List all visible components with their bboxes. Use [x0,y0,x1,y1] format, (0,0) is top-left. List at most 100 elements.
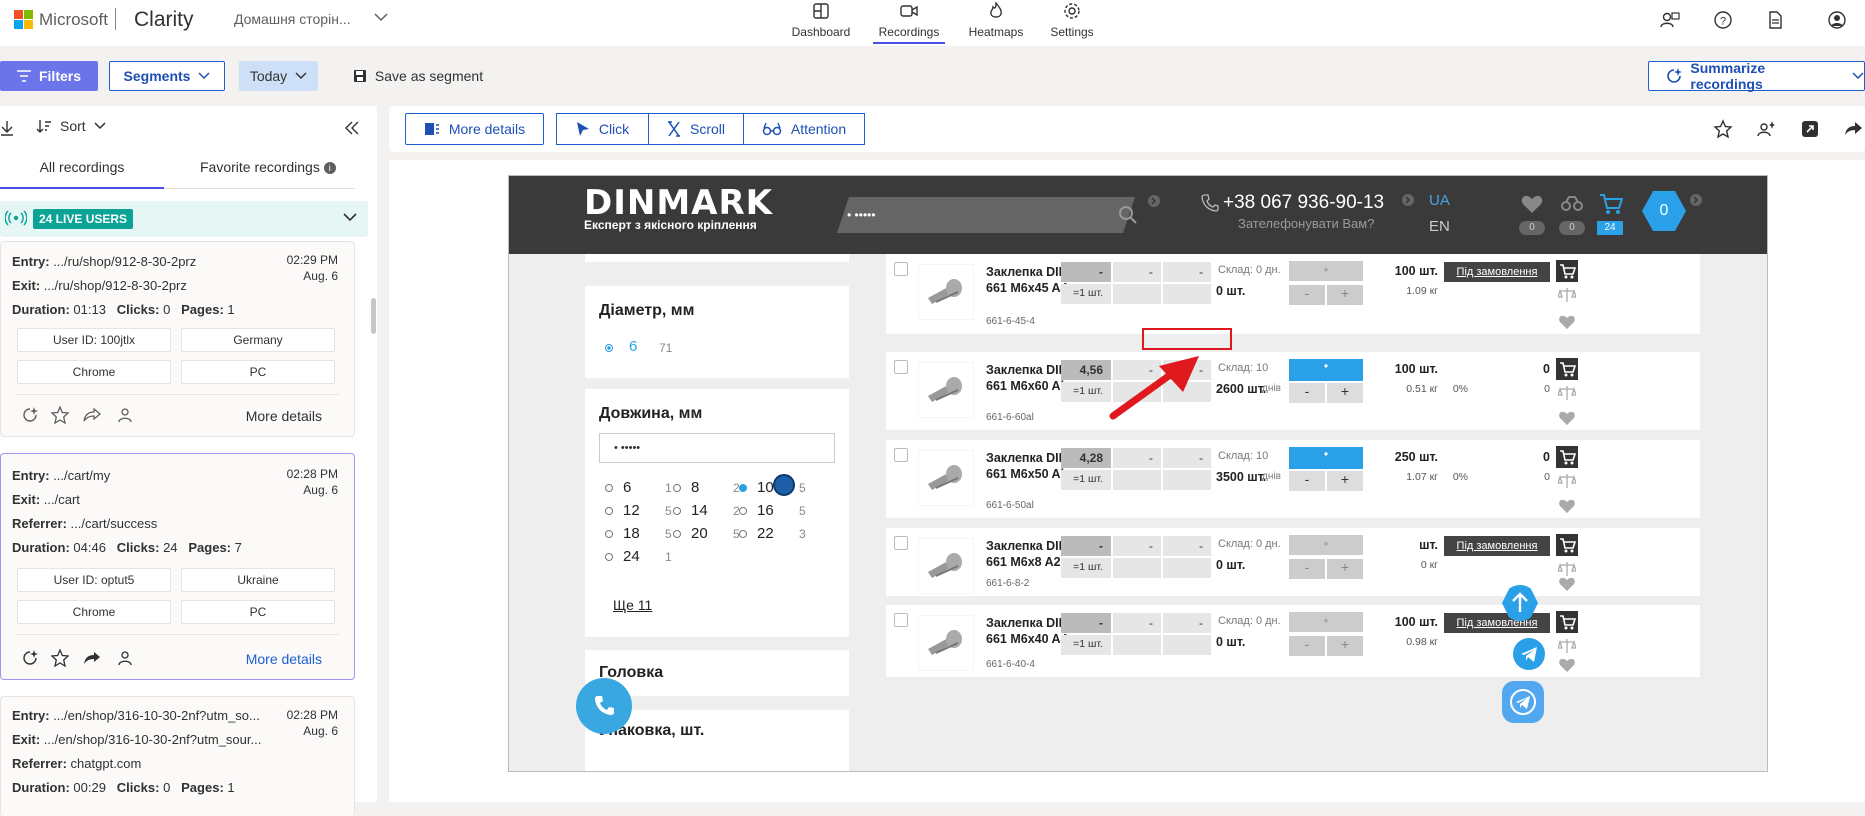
length-search-input[interactable]: • ••••• [599,433,835,463]
stock-status[interactable]: Склад: 10 [1218,450,1268,462]
country-tag[interactable]: Ukraine [181,568,335,592]
favorite-heart-icon[interactable] [1558,314,1576,330]
summary-icon[interactable] [21,649,39,667]
browser-tag[interactable]: Chrome [17,600,171,624]
length-option[interactable]: 20 [691,525,708,542]
scale-icon[interactable] [1558,561,1576,577]
length-option[interactable]: 12 [623,502,640,519]
qty-input[interactable]: • [1289,359,1363,381]
product-checkbox[interactable] [894,613,908,627]
product-row[interactable]: Заклепка DIN 661 M6x45 A4 661-6-45-4- =1 ш… [886,254,1700,334]
radio-selected[interactable] [605,344,613,352]
recording-card[interactable]: Entry: .../en/shop/316-10-30-2nf?utm_so.… [0,696,355,816]
diameter-option[interactable]: 6 [629,338,637,355]
scale-icon[interactable] [1558,638,1576,654]
user-id-tag[interactable]: User ID: optut5 [17,568,171,592]
length-option[interactable]: 22 [757,525,774,542]
recording-card[interactable]: Entry: .../ru/shop/912-8-30-2prz Exit: .… [0,241,355,437]
tab-favorite-recordings[interactable]: Favorite recordings i [200,154,336,175]
scroll-mode-button[interactable]: Scroll [648,113,744,145]
document-icon[interactable] [1765,10,1785,30]
tab-heatmaps[interactable]: Heatmaps [960,0,1032,46]
lang-en[interactable]: EN [1429,218,1450,235]
product-checkbox[interactable] [894,448,908,462]
download-icon[interactable] [0,120,14,136]
product-checkbox[interactable] [894,360,908,374]
length-radio[interactable] [673,530,681,538]
site-callback[interactable]: Зателефонувати Вам? [1238,216,1374,231]
minus-button[interactable]: - [1289,383,1325,403]
length-option[interactable]: 14 [691,502,708,519]
star-icon[interactable] [1713,119,1733,139]
stock-status[interactable]: Склад: 10 [1218,362,1268,374]
length-radio[interactable] [739,530,747,538]
attention-mode-button[interactable]: Attention [743,113,865,145]
account-icon[interactable] [1827,10,1847,30]
click-mode-button[interactable]: Click [556,113,649,145]
length-radio[interactable] [605,553,613,561]
tab-settings[interactable]: Settings [1036,0,1108,46]
stock-status[interactable]: Склад: 0 дн. [1218,264,1281,276]
favorite-heart-icon[interactable] [1558,576,1576,592]
length-option[interactable]: 10 [757,479,774,496]
tab-all-recordings[interactable]: All recordings [0,154,164,189]
sort-button[interactable]: Sort [36,118,106,134]
chevron-down-icon[interactable] [374,12,388,22]
plus-button[interactable]: + [1327,471,1363,491]
telegram-button[interactable] [1513,638,1545,670]
summary-icon[interactable] [21,406,39,424]
user-icon[interactable] [116,649,134,667]
call-fab[interactable] [576,678,632,734]
star-icon[interactable] [51,649,69,667]
order-button[interactable]: Під замовлення [1444,536,1550,556]
product-image[interactable] [918,264,974,320]
lang-ua[interactable]: UA [1429,192,1450,209]
product-image[interactable] [918,450,974,506]
device-tag[interactable]: PC [181,360,335,384]
external-link-icon[interactable] [1800,119,1820,139]
date-range-button[interactable]: Today [239,61,318,91]
site-logo[interactable]: DINMARK [584,183,773,223]
scale-icon[interactable] [1558,473,1576,489]
product-image[interactable] [918,615,974,671]
stock-status[interactable]: Склад: 0 дн. [1218,538,1281,550]
product-row[interactable]: Заклепка DIN 661 M6x40 A4 661-6-40-4- =1 ш… [886,605,1700,677]
product-checkbox[interactable] [894,262,908,276]
product-image[interactable] [918,362,974,418]
user-icon[interactable] [116,406,134,424]
order-button[interactable]: Під замовлення [1444,613,1550,633]
scale-icon[interactable] [1558,287,1576,303]
compare-icon[interactable] [1561,196,1583,212]
qty-input[interactable]: • [1289,447,1363,469]
length-radio[interactable] [605,507,613,515]
add-to-cart-icon[interactable] [1556,611,1578,633]
segments-button[interactable]: Segments [109,61,225,91]
tab-recordings[interactable]: Recordings [873,0,945,46]
minus-button[interactable]: - [1289,471,1325,491]
length-option[interactable]: 18 [623,525,640,542]
search-icon[interactable] [1117,204,1139,226]
add-to-cart-icon[interactable] [1556,358,1578,380]
add-to-cart-icon[interactable] [1556,446,1578,468]
length-radio[interactable] [739,507,747,515]
length-radio[interactable] [739,484,747,492]
add-to-cart-icon[interactable] [1556,534,1578,556]
more-lengths-link[interactable]: Ще 11 [613,597,652,613]
telegram-chat-button[interactable] [1502,681,1544,723]
length-radio[interactable] [673,484,681,492]
browser-tag[interactable]: Chrome [17,360,171,384]
recorded-site-frame[interactable]: DINMARK Експерт з якісного кріплення • •… [508,175,1768,772]
product-row[interactable]: Заклепка DIN 661 M6x50 Al 661-6-50al 4,28 =… [886,440,1700,518]
star-icon[interactable] [51,406,69,424]
length-option[interactable]: 8 [691,479,699,496]
collapse-panel-icon[interactable] [345,121,359,135]
site-phone[interactable]: +38 067 936-90-13 [1223,192,1384,214]
site-search-input[interactable] [837,197,1135,233]
tab-dashboard[interactable]: Dashboard [785,0,857,46]
sparkle-people-icon[interactable] [1756,119,1776,139]
share-icon[interactable] [83,406,101,424]
length-radio[interactable] [605,530,613,538]
favorite-heart-icon[interactable] [1558,410,1576,426]
user-id-tag[interactable]: User ID: 100jtlx [17,328,171,352]
length-option[interactable]: 24 [623,548,640,565]
